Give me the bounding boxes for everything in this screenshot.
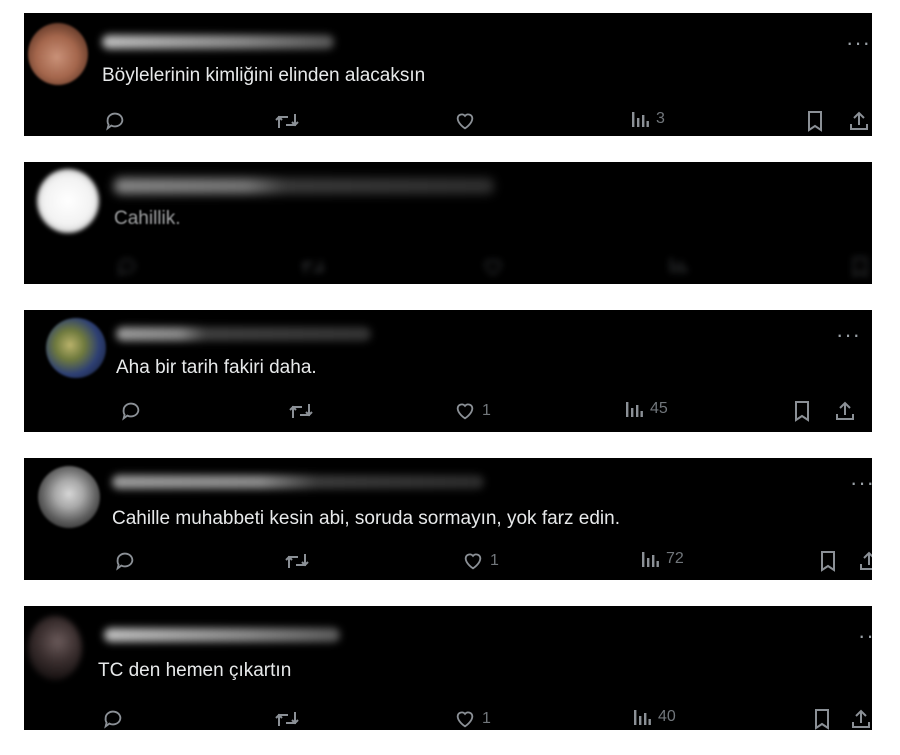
blurred-username (114, 178, 494, 194)
bookmark-icon (815, 709, 829, 730)
like-button[interactable]: 1 (454, 708, 491, 730)
heart-icon (456, 113, 474, 130)
reply-button[interactable] (114, 550, 142, 572)
heart-icon (464, 553, 482, 570)
tweet-card[interactable]: Cahillik. (24, 162, 872, 284)
share-icon (850, 111, 868, 130)
bookmark-icon (795, 401, 809, 422)
retweet-button[interactable] (300, 256, 326, 278)
avatar[interactable] (38, 466, 100, 528)
share-button[interactable] (858, 550, 872, 572)
tweet-card[interactable]: ··· Böylelerinin kimliğini elinden alaca… (24, 13, 872, 136)
bookmark-icon (821, 551, 835, 572)
tweet-card[interactable]: ··· Aha bir tarih fakiri daha. 1 45 (24, 310, 872, 432)
retweet-button[interactable] (274, 110, 306, 132)
avatar[interactable] (46, 318, 106, 378)
like-count: 1 (482, 710, 491, 727)
views-icon (670, 258, 687, 273)
tweet-text: TC den hemen çıkartın (98, 660, 292, 681)
bookmark-button[interactable] (850, 256, 870, 278)
views-count: 3 (656, 110, 665, 127)
tweet-text: Cahille muhabbeti kesin abi, soruda sorm… (112, 508, 620, 529)
tweet-text: Böylelerinin kimliğini elinden alacaksın (102, 65, 426, 86)
more-options-icon[interactable]: ··· (846, 32, 871, 54)
tweet-actions: 1 40 (24, 708, 872, 730)
retweet-icon (275, 712, 299, 726)
share-button[interactable] (834, 400, 856, 422)
tweet-actions: 1 45 (24, 400, 872, 426)
more-options-icon[interactable]: ·· (858, 625, 872, 647)
like-count: 1 (490, 552, 499, 569)
share-icon (836, 401, 854, 420)
blurred-username (112, 475, 484, 489)
views-icon (642, 552, 659, 567)
views-count: 72 (666, 550, 684, 567)
avatar[interactable] (28, 616, 82, 680)
reply-icon (104, 710, 122, 729)
bookmark-button[interactable] (818, 550, 838, 572)
retweet-icon (289, 404, 313, 418)
views-button[interactable]: 3 (630, 110, 665, 128)
heart-icon (456, 711, 474, 728)
share-icon (852, 709, 870, 728)
reply-icon (106, 112, 124, 131)
views-icon (632, 112, 649, 127)
like-button[interactable] (482, 256, 504, 278)
blurred-username (102, 35, 334, 49)
views-button[interactable]: 72 (640, 550, 684, 568)
views-button[interactable] (668, 256, 688, 274)
views-icon (634, 710, 651, 725)
tweet-actions: 3 (24, 110, 872, 136)
reply-button[interactable] (120, 400, 148, 422)
like-button[interactable] (454, 110, 482, 132)
blurred-username (116, 327, 371, 341)
views-count: 45 (650, 400, 668, 417)
tweet-actions: 1 72 (24, 550, 872, 576)
tweet-text: Cahillik. (114, 208, 181, 229)
blurred-username (104, 628, 340, 642)
tweet-card[interactable]: ·· TC den hemen çıkartın 1 40 (24, 606, 872, 730)
avatar[interactable] (28, 23, 88, 85)
tweet-text: Aha bir tarih fakiri daha. (116, 357, 317, 378)
tweet-actions (24, 256, 872, 282)
bookmark-icon (853, 257, 867, 278)
reply-button[interactable] (116, 256, 138, 278)
share-button[interactable] (850, 708, 872, 730)
avatar[interactable] (37, 169, 99, 233)
retweet-icon (285, 554, 309, 568)
bookmark-button[interactable] (805, 110, 825, 132)
bookmark-button[interactable] (812, 708, 832, 730)
retweet-icon (275, 114, 299, 128)
like-button[interactable]: 1 (454, 400, 491, 422)
views-button[interactable]: 45 (624, 400, 668, 418)
share-button[interactable] (848, 110, 870, 132)
views-button[interactable]: 40 (632, 708, 676, 726)
retweet-button[interactable] (288, 400, 320, 422)
retweet-button[interactable] (274, 708, 306, 730)
reply-button[interactable] (102, 708, 130, 730)
tweet-card[interactable]: ··· Cahille muhabbeti kesin abi, soruda … (24, 458, 872, 580)
like-button[interactable]: 1 (462, 550, 499, 572)
more-options-icon[interactable]: ··· (836, 324, 861, 346)
reply-icon (116, 552, 134, 571)
reply-button[interactable] (104, 110, 132, 132)
reply-icon (118, 258, 136, 277)
heart-icon (484, 259, 502, 276)
like-count: 1 (482, 402, 491, 419)
share-icon (860, 551, 872, 570)
heart-icon (456, 403, 474, 420)
views-icon (626, 402, 643, 417)
retweet-icon (301, 260, 325, 274)
reply-icon (122, 402, 140, 421)
bookmark-button[interactable] (792, 400, 812, 422)
views-count: 40 (658, 708, 676, 725)
retweet-button[interactable] (284, 550, 316, 572)
more-options-icon[interactable]: ··· (850, 472, 872, 494)
bookmark-icon (808, 111, 822, 132)
